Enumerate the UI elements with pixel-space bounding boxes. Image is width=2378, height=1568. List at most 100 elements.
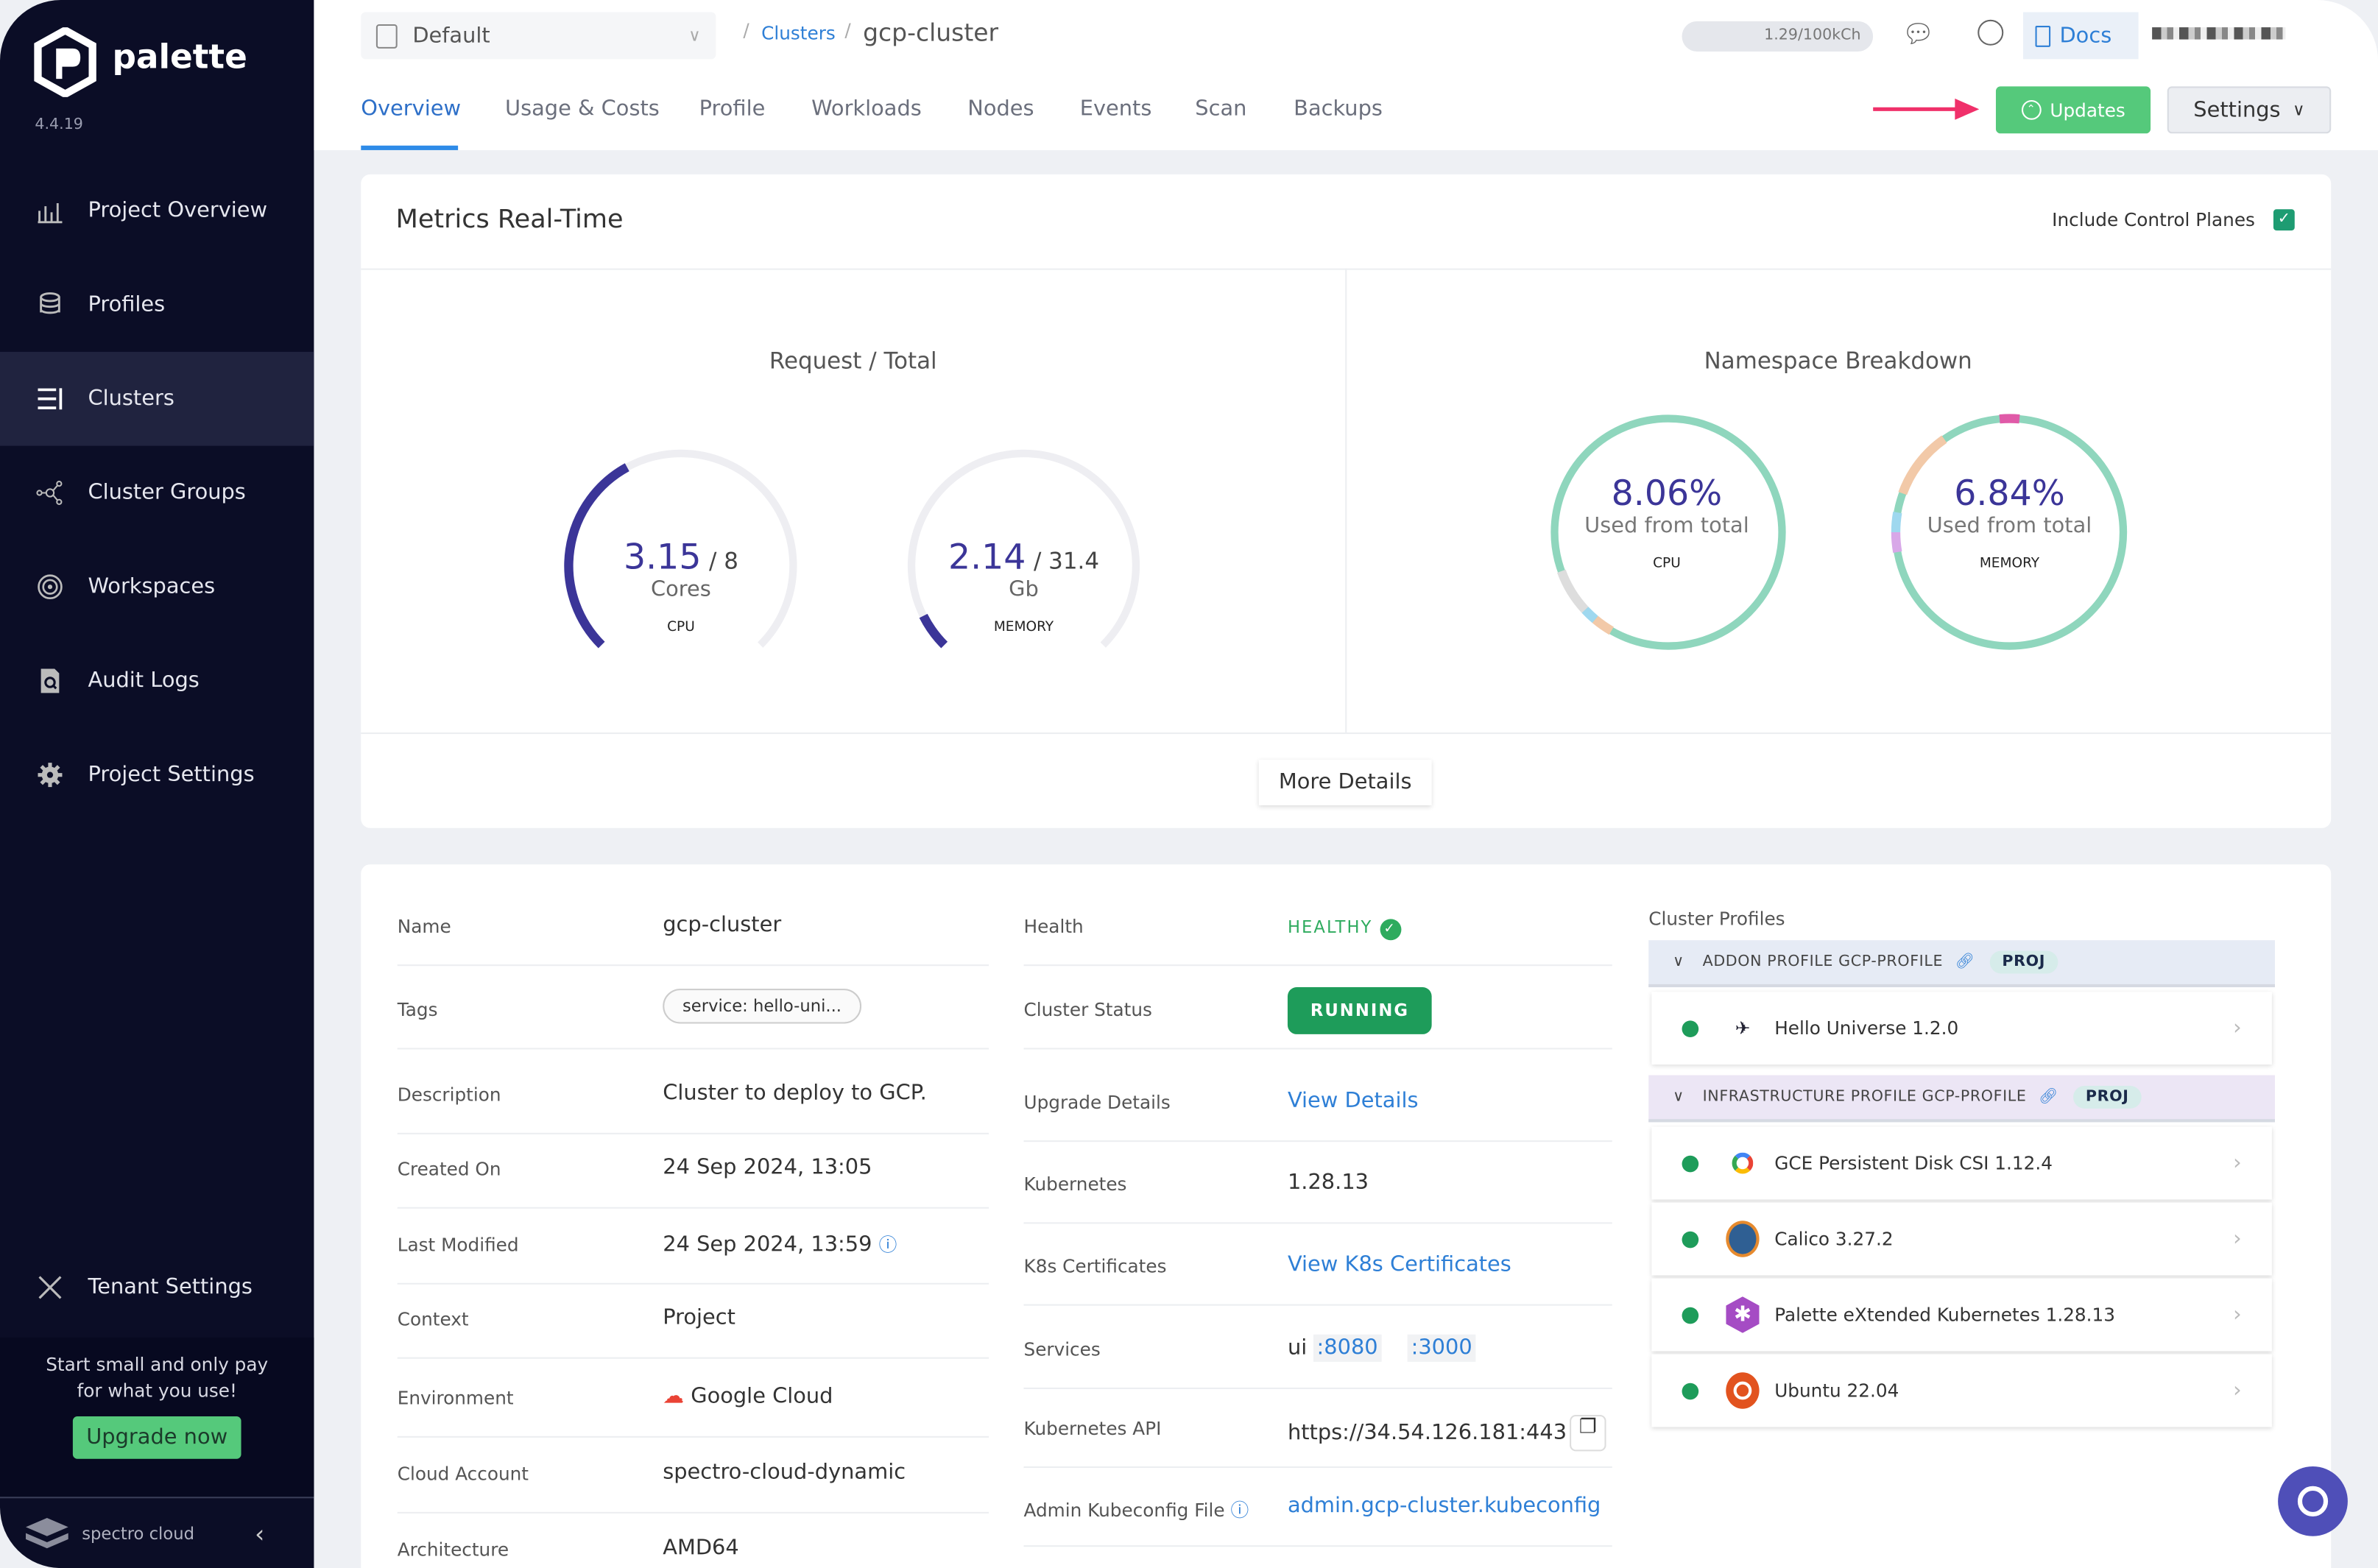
compass-icon[interactable] [1977, 19, 2004, 46]
ns-cpu-segment [1581, 607, 1598, 624]
tab-workloads[interactable]: Workloads [811, 97, 922, 121]
tab-backups[interactable]: Backups [1294, 97, 1383, 121]
upgrade-now-button[interactable]: Upgrade now [72, 1416, 241, 1459]
breadcrumb-separator: / [844, 19, 851, 41]
metrics-card: Metrics Real-Time Include Control Planes… [361, 174, 2332, 828]
cpu-total: / 8 [708, 547, 738, 575]
memory-gauge-text: 2.14 / 31.4 Gb MEMORY [910, 538, 1137, 635]
profile-item[interactable]: Ubuntu 22.04 › [1651, 1354, 2272, 1427]
sidebar-item-label: Project Settings [88, 763, 255, 788]
profile-item[interactable]: Calico 3.27.2 › [1651, 1202, 2272, 1276]
detail-label: Name [397, 916, 451, 938]
ns-cpu-segment [1557, 569, 1589, 613]
info-icon[interactable]: ⓘ [879, 1235, 897, 1256]
tab-nodes[interactable]: Nodes [967, 97, 1034, 121]
service-port-link[interactable]: :3000 [1408, 1334, 1475, 1362]
profile-item-name: Palette eXtended Kubernetes 1.28.13 [1774, 1304, 2115, 1326]
sidebar: palette 4.4.19 Project Overview Profiles… [0, 0, 314, 1568]
divider [1023, 1048, 1612, 1050]
divider [397, 1048, 989, 1050]
divider [397, 1207, 989, 1209]
google-cloud-icon: ☁ [663, 1384, 685, 1409]
sidebar-item-workspaces[interactable]: Workspaces [0, 540, 314, 634]
health-value: HEALTHY [1287, 917, 1373, 938]
divider [397, 1282, 989, 1285]
cpu-gauge-text: 3.15 / 8 Cores CPU [567, 538, 794, 635]
ns-cpu-label: CPU [1653, 557, 1681, 572]
profile-group-name: INFRASTRUCTURE PROFILE GCP-PROFILE [1702, 1089, 2027, 1106]
link-icon[interactable]: 🔗︎ [2039, 1089, 2058, 1106]
app-name: palette [112, 39, 247, 78]
sidebar-item-tenant-settings[interactable]: Tenant Settings [0, 1240, 314, 1335]
search-help-button[interactable] [2278, 1466, 2348, 1536]
detail-label: Environment [397, 1387, 514, 1409]
detail-label: Services [1023, 1338, 1101, 1360]
sidebar-item-project-overview[interactable]: Project Overview [0, 163, 314, 258]
status-dot [1682, 1306, 1699, 1324]
chevron-right-icon: › [2233, 1016, 2242, 1041]
divider [397, 1511, 989, 1514]
chat-icon[interactable]: 💬︎ [1902, 20, 1934, 50]
tab-overview[interactable]: Overview [361, 97, 461, 121]
gauges-svg [564, 414, 2128, 650]
sidebar-item-audit-logs[interactable]: Audit Logs [0, 634, 314, 728]
view-k8s-certificates-link[interactable]: View K8s Certificates [1288, 1253, 1511, 1277]
copy-icon[interactable]: ❐ [1570, 1414, 1606, 1452]
sidebar-item-cluster-groups[interactable]: Cluster Groups [0, 446, 314, 540]
detail-value: 1.28.13 [1287, 1170, 1369, 1196]
profile-item[interactable]: GCE Persistent Disk CSI 1.12.4 › [1651, 1126, 2272, 1200]
detail-label: Kubernetes API [1023, 1418, 1162, 1439]
updates-button[interactable]: ⌃ Updates [1995, 86, 2151, 134]
detail-label: Tags [397, 999, 438, 1021]
detail-label: Architecture [397, 1539, 509, 1561]
usage-meter[interactable]: 1.29/100kCh [1682, 21, 1874, 52]
kubeconfig-download-link[interactable]: admin.gcp-cluster.kubeconfig [1288, 1494, 1601, 1518]
tab-events[interactable]: Events [1080, 97, 1152, 121]
breadcrumb-clusters[interactable]: Clusters [761, 23, 836, 44]
service-port-link[interactable]: :8080 [1313, 1334, 1381, 1362]
profile-group-header[interactable]: ∨ ADDON PROFILE GCP-PROFILE 🔗︎ PROJ [1648, 940, 2275, 988]
services-value: ui :8080 :3000 [1288, 1334, 1475, 1362]
audit-icon [40, 668, 60, 693]
clusters-icon [38, 388, 63, 410]
sidebar-item-project-settings[interactable]: Project Settings [0, 728, 314, 822]
docs-button[interactable]: Docs [2023, 12, 2139, 60]
ns-cpu-sub: Used from total [1584, 514, 1749, 539]
more-details-button[interactable]: More Details [1258, 760, 1432, 805]
user-avatar-redacted[interactable] [2152, 27, 2286, 40]
profile-item[interactable]: ✈ Hello Universe 1.2.0 › [1651, 992, 2272, 1065]
collapse-sidebar-icon[interactable]: ‹ [255, 1519, 264, 1547]
book-icon [2035, 24, 2051, 46]
ns-memory-percent: 6.84% [1954, 474, 2065, 515]
tab-profile[interactable]: Profile [699, 97, 766, 121]
chevron-right-icon: › [2233, 1226, 2242, 1251]
settings-dropdown[interactable]: Settings ∨ [2167, 86, 2332, 134]
detail-label: Upgrade Details [1023, 1092, 1171, 1114]
promo-text: for what you use! [77, 1380, 237, 1402]
detail-value: spectro-cloud-dynamic [663, 1460, 906, 1485]
tab-usage-costs[interactable]: Usage & Costs [505, 97, 660, 121]
divider [1023, 1545, 1612, 1547]
cpu-unit: Cores [651, 577, 711, 602]
info-icon[interactable]: ⓘ [1230, 1500, 1249, 1521]
project-selector[interactable]: Default ∨ [361, 12, 716, 60]
view-details-link[interactable]: View Details [1288, 1089, 1419, 1113]
sidebar-item-clusters[interactable]: Clusters [0, 351, 314, 446]
chevron-right-icon: › [2233, 1151, 2242, 1176]
tag-chip[interactable]: service: hello-uni... [663, 989, 861, 1024]
profile-item[interactable]: ✱ Palette eXtended Kubernetes 1.28.13 › [1651, 1278, 2272, 1352]
profile-item-name: GCE Persistent Disk CSI 1.12.4 [1774, 1152, 2053, 1174]
sidebar-item-profiles[interactable]: Profiles [0, 258, 314, 352]
cluster-profiles-title: Cluster Profiles [1648, 908, 1785, 930]
sidebar-item-label: Tenant Settings [88, 1275, 253, 1300]
memory-unit: Gb [1009, 577, 1039, 602]
link-icon[interactable]: 🔗︎ [1955, 954, 1975, 971]
tab-scan[interactable]: Scan [1195, 97, 1246, 121]
layers-icon [40, 292, 60, 314]
label-text: Admin Kubeconfig File [1023, 1500, 1225, 1522]
divider [1023, 1140, 1612, 1143]
divider [1023, 1304, 1612, 1306]
chevron-down-icon: ∨ [1673, 953, 1684, 971]
divider [397, 1435, 989, 1438]
profile-group-header[interactable]: ∨ INFRASTRUCTURE PROFILE GCP-PROFILE 🔗︎ PRO… [1648, 1075, 2275, 1123]
